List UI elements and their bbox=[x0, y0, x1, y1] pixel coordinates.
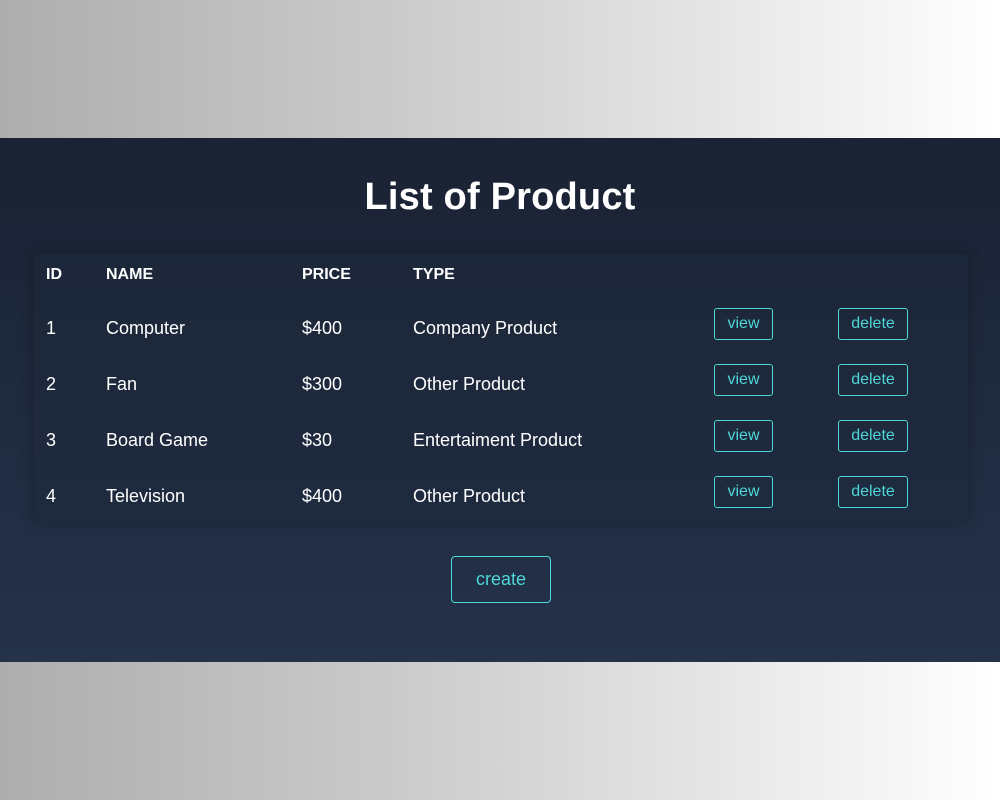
product-name: Fan bbox=[106, 374, 138, 394]
table-row: 2 Fan $300 Other Product view delete bbox=[34, 358, 968, 414]
product-name: Board Game bbox=[106, 430, 209, 450]
product-type: Company Product bbox=[413, 318, 558, 338]
product-name: Computer bbox=[106, 318, 186, 338]
delete-button[interactable]: delete bbox=[838, 476, 908, 508]
product-price: $30 bbox=[302, 430, 333, 450]
table-header-row: ID NAME PRICE TYPE bbox=[34, 254, 968, 296]
view-button[interactable]: view bbox=[714, 420, 773, 452]
delete-button[interactable]: delete bbox=[838, 420, 908, 452]
product-id: 3 bbox=[46, 430, 57, 450]
table-row: 3 Board Game $30 Entertaiment Product vi… bbox=[34, 414, 968, 470]
product-type: Other Product bbox=[413, 374, 526, 394]
product-id: 2 bbox=[46, 374, 57, 394]
product-id: 4 bbox=[46, 486, 57, 506]
product-type: Other Product bbox=[413, 486, 526, 506]
view-button[interactable]: view bbox=[714, 308, 773, 340]
product-price: $400 bbox=[302, 486, 343, 506]
page-title: List of Product bbox=[364, 176, 636, 218]
column-header-type: TYPE bbox=[413, 266, 455, 283]
column-header-id: ID bbox=[46, 266, 62, 283]
product-price: $400 bbox=[302, 318, 343, 338]
table-row: 4 Television $400 Other Product view del… bbox=[34, 470, 968, 526]
product-price: $300 bbox=[302, 374, 343, 394]
column-header-price: PRICE bbox=[302, 266, 351, 283]
table-row: 1 Computer $400 Company Product view del… bbox=[34, 302, 968, 358]
delete-button[interactable]: delete bbox=[838, 364, 908, 396]
create-button[interactable]: create bbox=[451, 556, 551, 603]
product-id: 1 bbox=[46, 318, 57, 338]
column-header-name: NAME bbox=[106, 266, 154, 283]
view-button[interactable]: view bbox=[714, 364, 773, 396]
product-name: Television bbox=[106, 486, 186, 506]
product-type: Entertaiment Product bbox=[413, 430, 583, 450]
delete-button[interactable]: delete bbox=[838, 308, 908, 340]
product-list-panel: List of Product ID NAME PRICE TYPE 1 Com… bbox=[0, 138, 1000, 662]
view-button[interactable]: view bbox=[714, 476, 773, 508]
product-table: ID NAME PRICE TYPE 1 Computer $400 Compa… bbox=[34, 254, 968, 522]
